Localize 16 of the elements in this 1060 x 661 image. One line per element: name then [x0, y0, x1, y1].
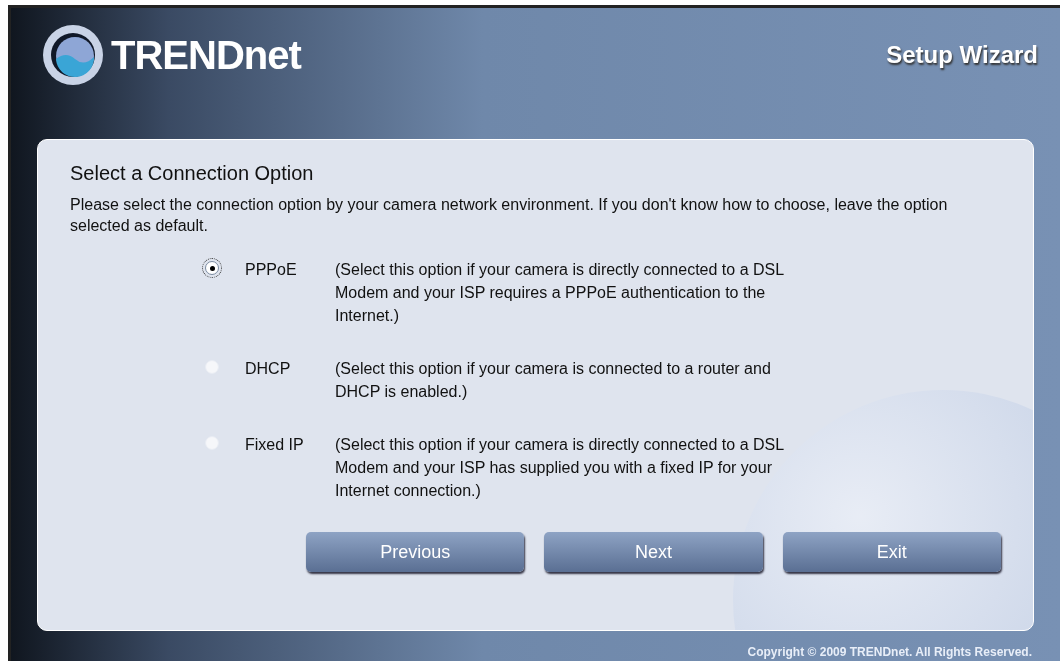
copyright-text: Copyright © 2009 TRENDnet. All Rights Reserved. [747, 644, 1032, 661]
intro-text: Please select the connection option by your camera network environment. If you don't know how to choose, leave the option selected as default. [70, 195, 949, 236]
radio-button[interactable] [205, 261, 219, 275]
option-description: (Select this option if your camera is directly connected to a DSL Modem and your ISP has supplied you with a fixed IP for your Internet connection.) [335, 435, 785, 501]
option-label: Fixed IP [245, 435, 305, 455]
wizard-button[interactable]: Exit [782, 532, 1001, 572]
option-description: (Select this option if your camera is connected to a router and DHCP is enabled.) [335, 359, 772, 402]
wizard-button[interactable]: Next [544, 532, 763, 572]
wizard-button[interactable]: Previous [306, 532, 525, 572]
wizard-title: Setup Wizard [886, 39, 1038, 70]
option-label: DHCP [245, 359, 292, 379]
option-label: PPPoE [245, 260, 298, 280]
brand-logo: TRENDnet [111, 31, 301, 79]
option-description: (Select this option if your camera is directly connected to a DSL Modem and your ISP requires a PPPoE authentication to the Internet.) [335, 260, 785, 326]
globe-logo-icon [41, 22, 105, 87]
section-heading: Select a Connection Option [70, 161, 315, 186]
